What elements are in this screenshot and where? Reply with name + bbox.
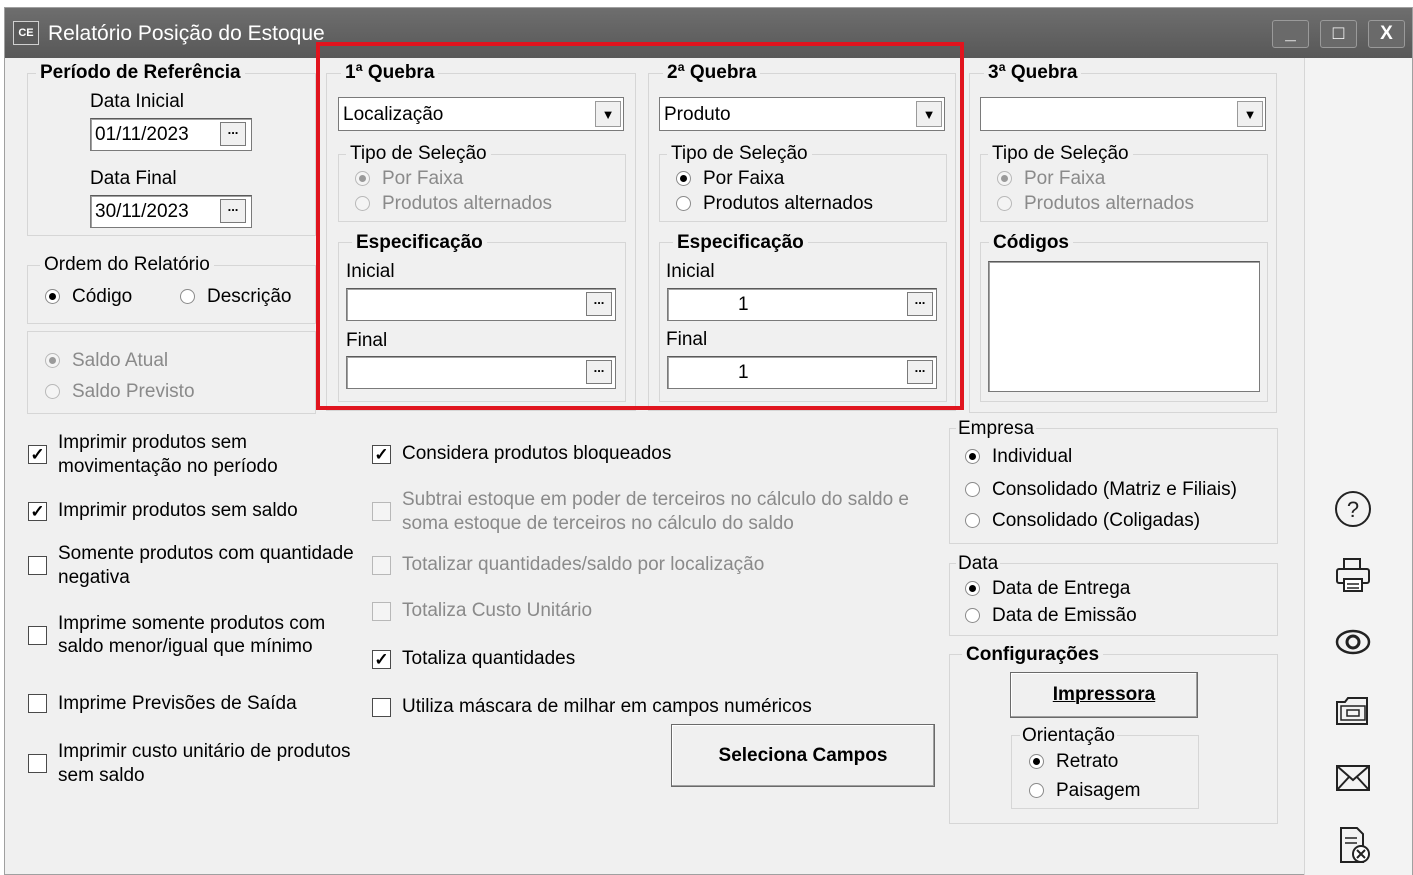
opt-quantidade-negativa-checkbox[interactable] <box>28 556 47 575</box>
data-entrega-radio[interactable] <box>965 581 980 596</box>
quebra3-por-faixa-label: Por Faixa <box>1024 168 1106 189</box>
data-inicial-picker-button[interactable]: ... <box>220 122 246 146</box>
opt-sem-saldo-label[interactable]: Imprimir produtos sem saldo <box>58 500 298 522</box>
opt-sem-movimentacao-checkbox[interactable]: ✓ <box>28 445 47 464</box>
data-emissao-radio[interactable] <box>965 608 980 623</box>
highlight-box <box>316 42 964 410</box>
email-envelope-icon[interactable] <box>1333 758 1373 798</box>
ordem-descricao-label[interactable]: Descrição <box>207 286 291 308</box>
opt-totalizar-localizacao-checkbox <box>372 556 391 575</box>
quebra3-combo[interactable]: ▼ <box>980 97 1266 131</box>
ordem-legend: Ordem do Relatório <box>40 254 214 276</box>
config-legend: Configurações <box>962 644 1104 666</box>
opt-totaliza-quantidades-label[interactable]: Totaliza quantidades <box>402 648 575 670</box>
data-inicial-label: Data Inicial <box>90 91 184 112</box>
help-icon[interactable]: ? <box>1333 489 1373 529</box>
seleciona-campos-button[interactable]: Seleciona Campos <box>671 724 935 787</box>
quebra3-codigos-list[interactable] <box>988 261 1260 392</box>
saldo-previsto-label: Saldo Previsto <box>72 381 195 402</box>
opt-totalizar-localizacao-label: Totalizar quantidades/saldo por localiza… <box>402 554 765 575</box>
opt-sem-saldo-checkbox[interactable]: ✓ <box>28 502 47 521</box>
opt-bloqueados-label[interactable]: Considera produtos bloqueados <box>402 443 671 465</box>
periodo-legend: Período de Referência <box>36 62 245 84</box>
export-folder-icon[interactable] <box>1333 690 1373 730</box>
svg-text:?: ? <box>1347 497 1359 522</box>
close-button[interactable]: X <box>1368 20 1405 48</box>
quebra3-por-faixa-radio <box>997 171 1012 186</box>
close-report-icon[interactable] <box>1333 826 1373 866</box>
empresa-coligadas-radio[interactable] <box>965 513 980 528</box>
ordem-codigo-label[interactable]: Código <box>72 286 132 308</box>
empresa-matriz-label[interactable]: Consolidado (Matriz e Filiais) <box>992 479 1237 501</box>
opt-custo-unitario-checkbox[interactable] <box>28 754 47 773</box>
saldo-atual-radio <box>45 353 60 368</box>
opt-previsoes-saida-label[interactable]: Imprime Previsões de Saída <box>58 693 297 715</box>
quebra3-alternados-radio <box>997 196 1012 211</box>
opt-custo-unitario-label-1[interactable]: Imprimir custo unitário de produtos <box>58 741 351 763</box>
chevron-down-icon[interactable]: ▼ <box>1237 101 1263 127</box>
empresa-individual-label[interactable]: Individual <box>992 446 1072 468</box>
quebra3-tipo-legend: Tipo de Seleção <box>988 143 1133 165</box>
opt-subtrai-terceiros-label-1: Subtrai estoque em poder de terceiros no… <box>402 489 909 510</box>
maximize-button[interactable]: □ <box>1320 20 1357 48</box>
quebra3-legend: 3ª Quebra <box>984 62 1082 84</box>
opt-totaliza-custo-checkbox <box>372 602 391 621</box>
opt-quantidade-negativa-label-2[interactable]: negativa <box>58 567 130 589</box>
ordem-descricao-radio[interactable] <box>180 289 195 304</box>
opt-custo-unitario-label-2[interactable]: sem saldo <box>58 765 145 787</box>
data-inicial-value: 01/11/2023 <box>95 124 189 145</box>
orientacao-paisagem-label[interactable]: Paisagem <box>1056 780 1141 802</box>
empresa-individual-radio[interactable] <box>965 449 980 464</box>
data-final-value: 30/11/2023 <box>95 201 189 222</box>
opt-sem-movimentacao-label-2[interactable]: movimentação no período <box>58 456 278 478</box>
orientacao-paisagem-radio[interactable] <box>1029 783 1044 798</box>
data-legend: Data <box>956 553 1001 575</box>
opt-totaliza-quantidades-checkbox[interactable]: ✓ <box>372 650 391 669</box>
opt-previsoes-saida-checkbox[interactable] <box>28 694 47 713</box>
empresa-coligadas-label[interactable]: Consolidado (Coligadas) <box>992 510 1200 532</box>
right-toolbar <box>1304 58 1412 875</box>
opt-saldo-minimo-checkbox[interactable] <box>28 626 47 645</box>
opt-bloqueados-checkbox[interactable]: ✓ <box>372 445 391 464</box>
quebra3-codigos-legend: Códigos <box>989 232 1073 254</box>
data-final-picker-button[interactable]: ... <box>220 199 246 223</box>
opt-saldo-minimo-label-2[interactable]: saldo menor/igual que mínimo <box>58 636 313 658</box>
printer-icon[interactable] <box>1333 555 1373 595</box>
preview-eye-icon[interactable] <box>1333 622 1373 662</box>
impressora-label: Impressora <box>1052 684 1156 705</box>
orientacao-retrato-label[interactable]: Retrato <box>1056 751 1118 773</box>
opt-subtrai-terceiros-checkbox <box>372 502 391 521</box>
ordem-codigo-radio[interactable] <box>45 289 60 304</box>
window-title: Relatório Posição do Estoque <box>48 22 325 45</box>
opt-saldo-minimo-label-1[interactable]: Imprime somente produtos com <box>58 613 325 635</box>
saldo-previsto-radio <box>45 384 60 399</box>
opt-quantidade-negativa-label-1[interactable]: Somente produtos com quantidade <box>58 543 354 565</box>
app-icon: CE <box>13 21 39 45</box>
empresa-legend: Empresa <box>956 418 1037 440</box>
minimize-button[interactable]: _ <box>1272 20 1309 48</box>
data-emissao-label[interactable]: Data de Emissão <box>992 605 1137 627</box>
empresa-matriz-radio[interactable] <box>965 482 980 497</box>
impressora-button[interactable]: Impressora <box>1010 672 1198 718</box>
data-final-label: Data Final <box>90 168 177 189</box>
opt-mascara-milhar-label[interactable]: Utiliza máscara de milhar em campos numé… <box>402 696 812 718</box>
orientacao-legend: Orientação <box>1020 725 1117 747</box>
orientacao-retrato-radio[interactable] <box>1029 754 1044 769</box>
saldo-atual-label: Saldo Atual <box>72 350 169 371</box>
opt-subtrai-terceiros-label-2: soma estoque de terceiros no cálculo do … <box>402 513 794 534</box>
opt-totaliza-custo-label: Totaliza Custo Unitário <box>402 600 593 621</box>
opt-mascara-milhar-checkbox[interactable] <box>372 698 391 717</box>
seleciona-campos-label: Seleciona Campos <box>718 745 888 766</box>
data-entrega-label[interactable]: Data de Entrega <box>992 578 1130 600</box>
opt-sem-movimentacao-label-1[interactable]: Imprimir produtos sem <box>58 432 247 454</box>
quebra3-alternados-label: Produtos alternados <box>1024 193 1195 214</box>
